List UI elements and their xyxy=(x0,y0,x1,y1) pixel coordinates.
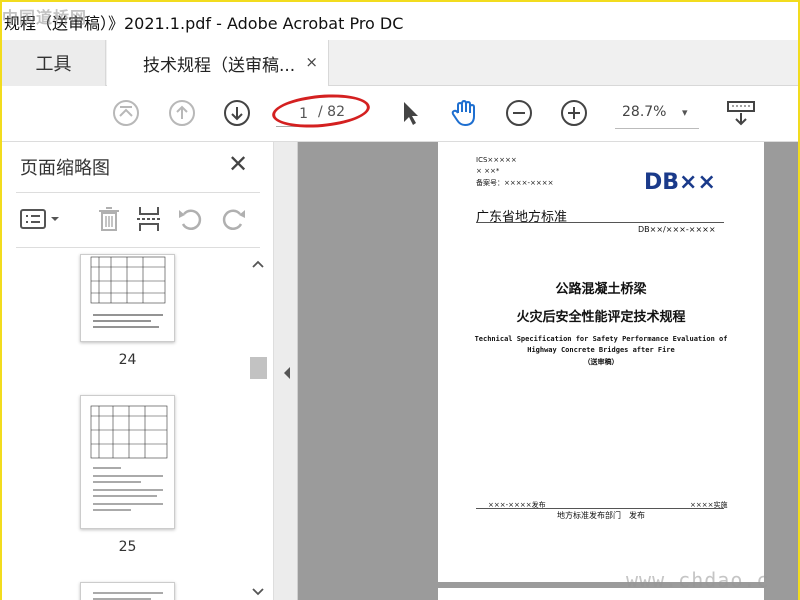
draft-note: （送审稿） xyxy=(583,358,619,366)
footer-rule xyxy=(476,508,724,509)
title-cn-line1: 公路混凝土桥梁 xyxy=(555,282,647,297)
db-logo: DB×× xyxy=(644,170,716,195)
options-menu-icon[interactable] xyxy=(18,204,62,234)
close-tab-icon[interactable]: × xyxy=(305,53,318,71)
ics-code: ICS××××× xyxy=(476,156,517,164)
first-page-icon[interactable] xyxy=(112,99,140,127)
rotate-counterclockwise-icon[interactable] xyxy=(176,204,206,234)
divider xyxy=(16,247,260,248)
title-cn-line2: 火灾后安全性能评定技术规程 xyxy=(516,310,686,325)
tab-document-label: 技术规程（送审稿... xyxy=(143,56,296,76)
thumbnail-label: 25 xyxy=(118,539,137,555)
thumbnail-page-25[interactable] xyxy=(80,395,175,529)
hand-tool-icon[interactable] xyxy=(450,99,478,127)
close-panel-icon[interactable]: ✕ xyxy=(228,150,248,178)
tab-document[interactable]: 技术规程（送审稿... × xyxy=(107,40,329,87)
collapse-arrow-icon[interactable] xyxy=(282,366,292,383)
zoom-in-icon[interactable] xyxy=(560,99,588,127)
record-number: 备案号：××××-×××× xyxy=(476,179,554,187)
watermark-bottom: www.chdao.c xyxy=(626,568,770,592)
classification-code: × ××* xyxy=(476,167,500,175)
title-en-line2: Highway Concrete Bridges after Fire xyxy=(527,346,675,354)
select-pointer-icon[interactable] xyxy=(396,99,424,127)
next-page-icon[interactable] xyxy=(223,99,251,127)
tab-bar: 工具 技术规程（送审稿... × xyxy=(2,40,798,87)
publisher: 地方标准发布部门 发布 xyxy=(557,511,645,520)
panel-title: 页面缩略图 xyxy=(20,158,110,179)
divider xyxy=(16,192,260,193)
chevron-down-icon[interactable]: ▾ xyxy=(682,106,688,119)
zoom-underline xyxy=(615,128,699,129)
toolbar xyxy=(2,86,798,142)
title-bar: 规程（送审稿）》2021.1.pdf - Adobe Acrobat Pro D… xyxy=(2,2,798,40)
thumbnail-label: 24 xyxy=(118,352,137,368)
thumbnail-page-24[interactable] xyxy=(80,254,175,342)
page-thumbnails-panel: 页面缩略图 ✕ xyxy=(2,142,274,600)
previous-page-icon[interactable] xyxy=(168,99,196,127)
scroll-up-icon[interactable] xyxy=(251,258,265,272)
watermark-top: 中国道桥网 xyxy=(2,8,88,27)
tab-tools[interactable]: 工具 xyxy=(2,40,106,86)
scroll-down-icon[interactable] xyxy=(251,582,265,600)
doc-number: DB××/×××-×××× xyxy=(638,225,716,234)
zoom-dropdown[interactable]: 28.7% xyxy=(622,104,666,120)
header-rule xyxy=(476,222,724,223)
scrollbar-thumb[interactable] xyxy=(250,357,267,379)
insert-page-icon[interactable] xyxy=(134,204,164,234)
zoom-out-icon[interactable] xyxy=(505,99,533,127)
thumbnail-page-26[interactable] xyxy=(80,582,175,600)
pdf-page[interactable]: ICS××××× × ××* 备案号：××××-×××× DB×× 广东省地方标… xyxy=(438,142,764,582)
scrolling-mode-icon[interactable] xyxy=(725,99,757,127)
title-en-line1: Technical Specification for Safety Perfo… xyxy=(474,335,728,343)
rotate-clockwise-icon[interactable] xyxy=(218,204,248,234)
trash-icon[interactable] xyxy=(94,204,124,234)
